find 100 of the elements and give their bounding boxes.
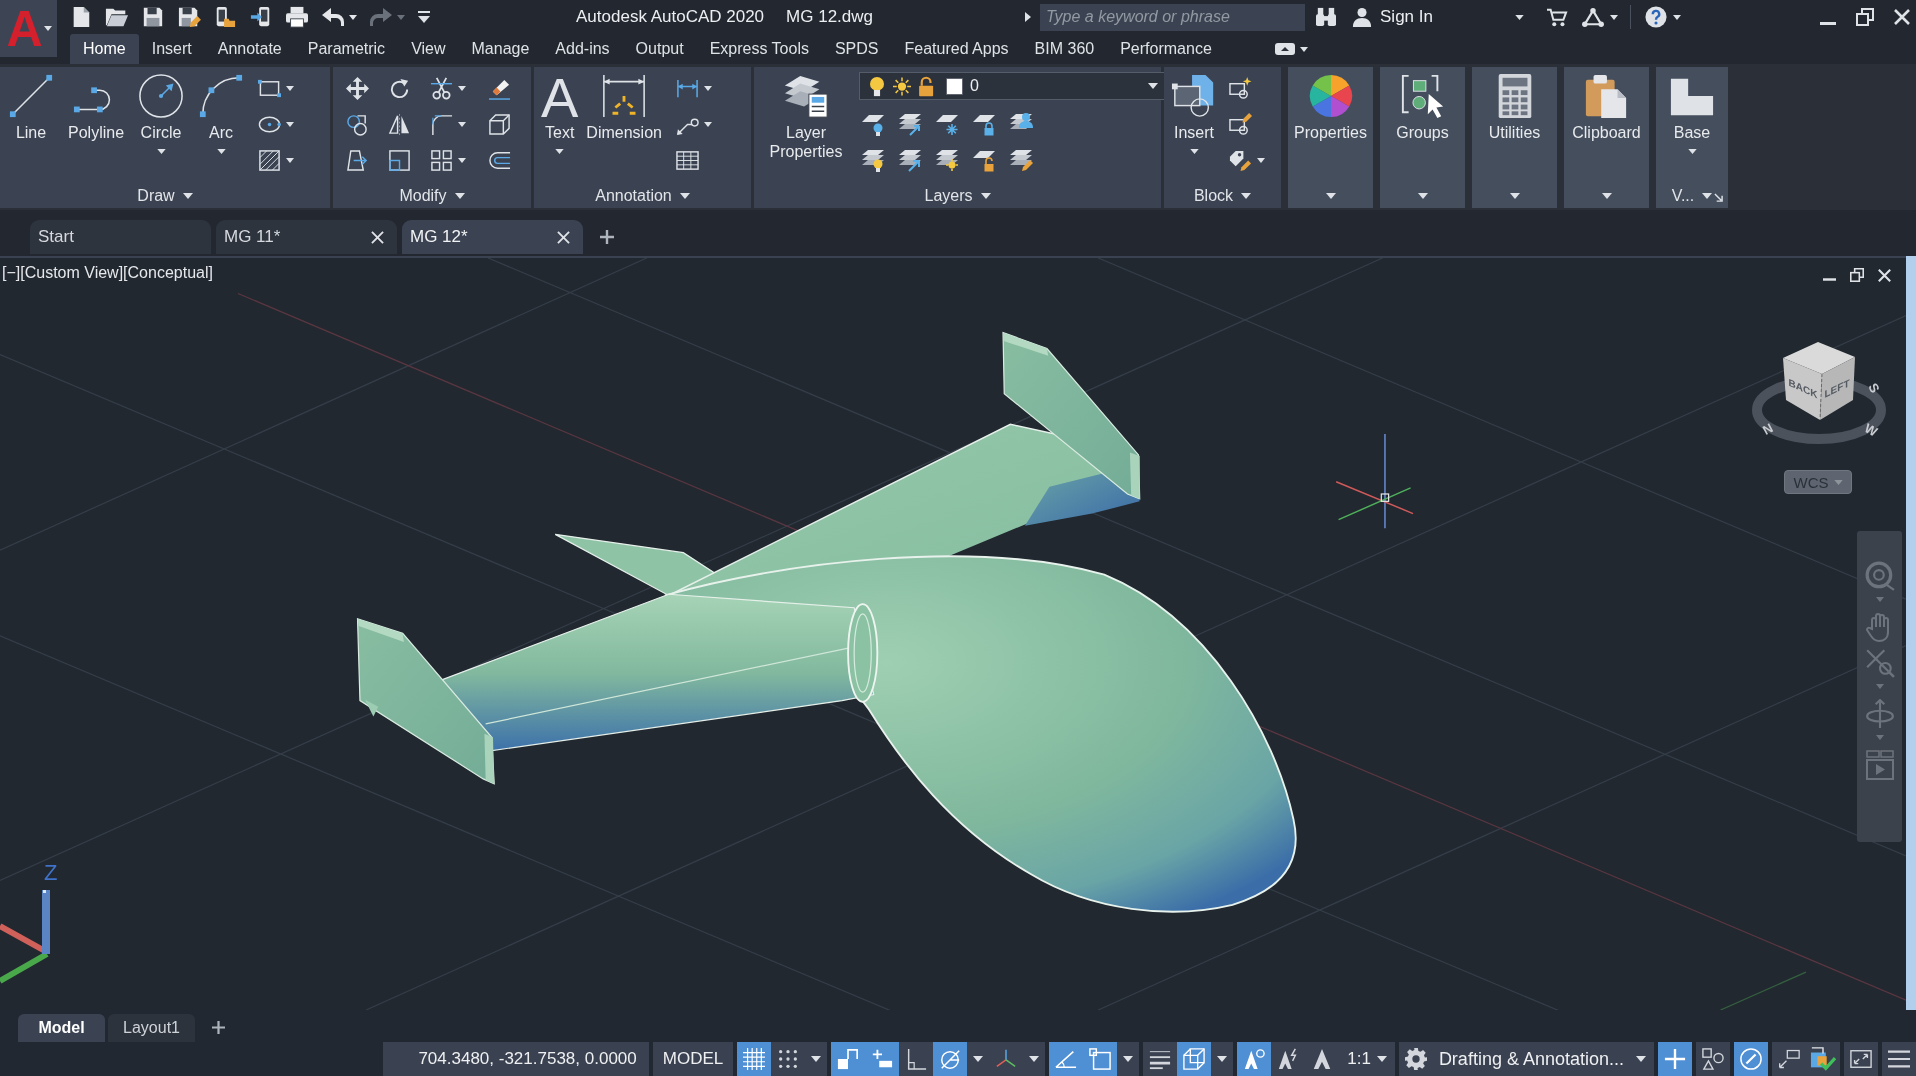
line-button[interactable]: Line <box>4 71 58 144</box>
groups-button[interactable]: Groups <box>1392 71 1453 144</box>
dimension-button[interactable]: Dimension <box>582 71 666 144</box>
viewport-label[interactable]: [−][Custom View][Conceptual] <box>2 264 213 282</box>
binoculars-icon[interactable] <box>1315 7 1337 27</box>
minimize-icon[interactable] <box>1820 21 1836 25</box>
caret-icon[interactable] <box>458 86 466 91</box>
panel-title[interactable]: Annotation <box>595 187 690 205</box>
layer-stack-up-arrow-icon[interactable] <box>898 148 922 172</box>
ribbon-tab[interactable]: Output <box>622 34 697 64</box>
close-icon[interactable] <box>1878 268 1891 282</box>
text-button[interactable]: A Text <box>537 71 583 156</box>
offset-icon[interactable] <box>488 149 511 172</box>
rectangle-icon[interactable] <box>258 77 282 100</box>
grid-icon[interactable] <box>737 1042 772 1076</box>
layer-stack-bulb-icon[interactable] <box>861 148 885 172</box>
insert-button[interactable]: Insert <box>1167 71 1221 156</box>
ribbon-tab[interactable]: Manage <box>458 34 543 64</box>
base-button[interactable]: Base <box>1665 71 1719 156</box>
layer-bulb-icon[interactable] <box>861 112 885 136</box>
copy-icon[interactable] <box>346 113 369 136</box>
model-space-button[interactable]: MODEL <box>652 1042 734 1076</box>
ribbon-tab[interactable]: BIM 360 <box>1021 34 1108 64</box>
ribbon-tab[interactable]: Express Tools <box>696 34 822 64</box>
caret-icon[interactable] <box>1257 158 1265 163</box>
layer-padlock-icon[interactable] <box>972 112 996 136</box>
tag-pencil-icon[interactable] <box>1229 149 1252 172</box>
restore-icon[interactable] <box>1856 8 1874 26</box>
panel-title[interactable]: V... <box>1671 187 1713 205</box>
layer-properties-button[interactable]: Layer Properties <box>761 71 851 163</box>
fillet-icon[interactable] <box>430 113 453 136</box>
airplane-model[interactable] <box>356 331 1297 913</box>
layer-stack-sun-icon[interactable] <box>935 148 959 172</box>
caret-icon[interactable] <box>703 86 712 91</box>
document-tab[interactable]: MG 12* <box>402 220 583 254</box>
launcher-arrow-icon[interactable] <box>1714 193 1723 202</box>
panel-title[interactable]: Draw <box>137 187 193 205</box>
layer-dropdown[interactable]: 0 <box>859 72 1167 100</box>
array-icon[interactable] <box>430 149 453 172</box>
scissors-icon[interactable] <box>430 77 453 100</box>
move-icon[interactable] <box>346 77 369 100</box>
scale-icon[interactable] <box>388 149 411 172</box>
caret-icon[interactable] <box>811 1056 822 1062</box>
plus-icon[interactable] <box>600 230 614 244</box>
arc-button[interactable]: Arc <box>194 71 249 156</box>
panel-title[interactable]: Modify <box>399 187 465 205</box>
ribbon-tab[interactable]: Featured Apps <box>891 34 1022 64</box>
caret-icon[interactable] <box>1673 14 1681 20</box>
block-star-icon[interactable] <box>1229 77 1252 100</box>
ribbon-tab[interactable]: Parametric <box>294 34 399 64</box>
properties-button[interactable]: Properties <box>1290 71 1371 144</box>
caret-right-icon[interactable] <box>1025 12 1031 22</box>
caret-icon[interactable] <box>458 122 466 127</box>
ribbon-tab[interactable]: SPDS <box>821 34 892 64</box>
caret-icon[interactable] <box>458 158 466 163</box>
sign-in-button[interactable]: Sign In <box>1352 7 1524 27</box>
layer-stack-pencil-icon[interactable] <box>1009 148 1033 172</box>
ribbon-tab[interactable]: Performance <box>1107 34 1225 64</box>
plus-icon[interactable] <box>212 1021 225 1034</box>
undo-icon[interactable] <box>321 7 345 27</box>
cart-icon[interactable] <box>1546 7 1568 27</box>
cube-icon[interactable] <box>488 113 511 136</box>
caret-icon[interactable] <box>703 122 712 127</box>
caret-icon[interactable] <box>1417 193 1428 199</box>
mirror-icon[interactable] <box>388 113 411 136</box>
caret-icon[interactable] <box>1509 193 1520 199</box>
polyline-button[interactable]: Polyline <box>64 71 129 144</box>
ribbon-tab[interactable]: Add-ins <box>542 34 623 64</box>
close-icon[interactable] <box>371 230 384 244</box>
help-icon[interactable] <box>1645 6 1667 28</box>
plus-icon[interactable] <box>1658 1042 1692 1076</box>
layout-tab[interactable]: Layout1 <box>108 1014 195 1042</box>
caret-icon[interactable] <box>973 1056 984 1062</box>
ribbon-tab[interactable]: View <box>398 34 459 64</box>
caret-icon[interactable] <box>1601 193 1612 199</box>
layout-tab[interactable]: Model <box>18 1014 105 1042</box>
caret-icon[interactable] <box>1325 193 1336 199</box>
menu-caret-icon[interactable] <box>417 10 431 24</box>
panel-toggle-icon[interactable] <box>1274 43 1295 55</box>
caret-icon[interactable] <box>1299 46 1308 52</box>
square-snap-icon[interactable] <box>1083 1042 1118 1076</box>
table-icon[interactable] <box>675 149 699 172</box>
caret-icon[interactable] <box>349 14 357 20</box>
circle-button[interactable]: Circle <box>134 71 189 156</box>
overlapping-cubes-icon[interactable] <box>1177 1042 1212 1076</box>
caret-icon[interactable] <box>1610 14 1618 20</box>
plus-field-icon[interactable] <box>865 1042 900 1076</box>
model-viewport[interactable]: [−][Custom View][Conceptual] BACK LEFT N W S WCS Z <box>0 256 1906 1010</box>
utilities-button[interactable]: Utilities <box>1484 71 1545 144</box>
eraser-icon[interactable] <box>488 77 511 100</box>
hatch-icon[interactable] <box>258 149 282 172</box>
layer-snowflake-icon[interactable] <box>935 112 959 136</box>
folder-icon[interactable] <box>105 6 129 28</box>
linear-dimension-icon[interactable] <box>675 77 699 100</box>
ribbon-tab[interactable]: Home <box>70 34 139 64</box>
caret-icon[interactable] <box>1029 1056 1040 1062</box>
close-icon[interactable] <box>1894 9 1910 25</box>
rotate-icon[interactable] <box>388 77 411 100</box>
stretch-icon[interactable] <box>346 149 369 172</box>
layer-open-padlock-icon[interactable] <box>972 148 996 172</box>
